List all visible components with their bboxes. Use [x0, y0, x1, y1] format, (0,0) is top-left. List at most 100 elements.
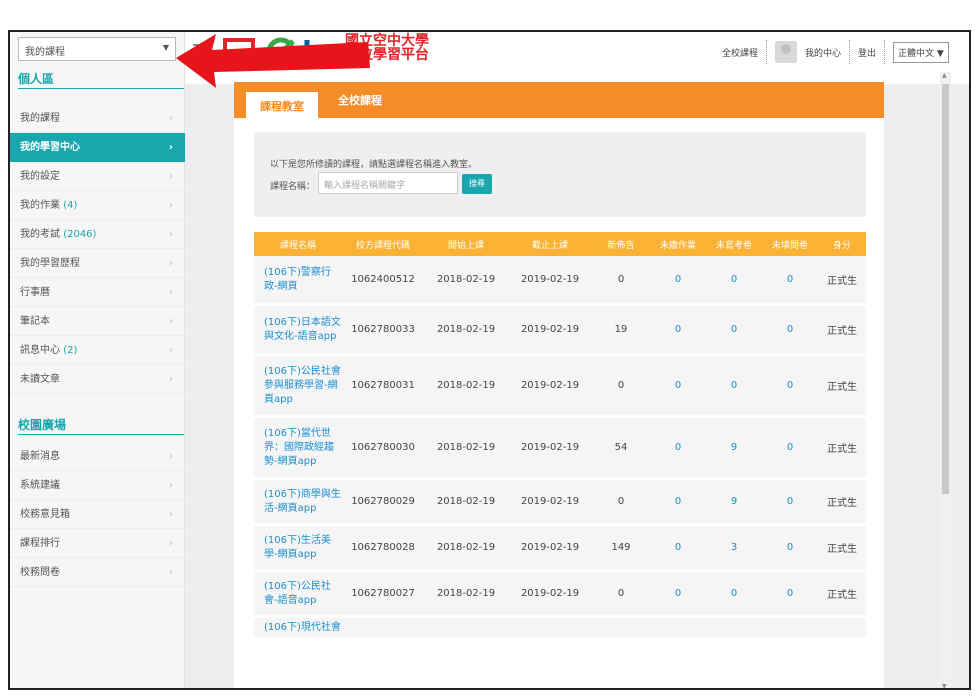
scroll-thumb[interactable]: [942, 84, 949, 494]
sidebar-item-exams[interactable]: 我的考試 (2046) ›: [10, 220, 185, 249]
table-cell-end: 2019-02-19: [520, 274, 580, 285]
scroll-up-icon[interactable]: ▲: [942, 72, 947, 79]
divider: [18, 88, 184, 89]
course-name-link[interactable]: (106下)商學與生活-網頁app: [254, 488, 342, 516]
sidebar-item-ranking[interactable]: 課程排行 ›: [10, 529, 185, 558]
table-cell-role: 正式生: [827, 444, 857, 455]
table-cell-survey: 0: [786, 380, 794, 391]
scrollbar[interactable]: ▲ ▼: [940, 72, 951, 688]
user-center-link[interactable]: 我的中心: [805, 46, 841, 59]
column-header[interactable]: 課程名稱: [254, 238, 342, 251]
column-header[interactable]: 開始上課: [424, 238, 508, 251]
table-cell-role: 正式生: [827, 498, 857, 509]
chevron-right-icon: ›: [169, 374, 173, 385]
column-header[interactable]: 未填問卷: [762, 238, 818, 251]
table-row: (106下)日本語文與文化-語音app 1062780033 2018-02-19 2…: [254, 306, 866, 356]
sidebar-item-unread[interactable]: 未讀文章 ›: [10, 365, 185, 394]
chevron-right-icon: ›: [169, 287, 173, 298]
chevron-right-icon: ›: [169, 171, 173, 182]
column-header[interactable]: 校方課程代碼: [342, 238, 424, 251]
search-input[interactable]: 輸入課程名稱關鍵字: [318, 172, 458, 194]
search-button[interactable]: 搜尋: [462, 174, 492, 194]
table-cell-exam: 0: [730, 588, 738, 599]
language-select[interactable]: 正體中文 ▼: [893, 41, 949, 63]
table-cell-exam: 0: [730, 324, 738, 335]
search-hint: 以下是您所修讀的課程，請點選課程名稱進入教室。: [270, 160, 478, 170]
table-cell-end: 2019-02-19: [520, 542, 580, 553]
sidebar-item-calendar[interactable]: 行事曆 ›: [10, 278, 185, 307]
table-cell-hw: 0: [674, 542, 682, 553]
column-header[interactable]: 截止上課: [508, 238, 592, 251]
chevron-right-icon: ›: [169, 200, 173, 211]
table-cell-hw: 0: [674, 496, 682, 507]
course-name-link[interactable]: (106下)生活美學-網頁app: [254, 534, 342, 562]
table-header: 課程名稱 校方課程代碼 開始上課 截止上課 新佈告 未繳作業 未寫考卷 未填問卷…: [254, 232, 866, 256]
logout-link[interactable]: 登出: [858, 46, 876, 59]
table-cell-survey: 0: [786, 588, 794, 599]
chevron-right-icon: ›: [169, 538, 173, 549]
sidebar-item-label: 我的學習中心: [20, 142, 80, 153]
table-cell-exam: 3: [730, 542, 738, 553]
table-row: (106下)當代世界：國際政經趨勢-網頁app 1062780030 2018-02…: [254, 418, 866, 480]
sidebar-item-notebook[interactable]: 筆記本 ›: [10, 307, 185, 336]
chevron-right-icon: ›: [169, 113, 173, 124]
table-cell-notice: 54: [614, 442, 628, 453]
table-row: (106下)警察行政-網頁 1062400512 2018-02-19 2019-02…: [254, 256, 866, 306]
table-cell-role: 正式生: [827, 326, 857, 337]
table-cell-role: 正式生: [827, 276, 857, 287]
course-name-link[interactable]: (106下)公民社會-語音app: [254, 580, 342, 608]
table-cell-notice: 0: [617, 274, 625, 285]
sidebar-item-messages[interactable]: 訊息中心 (2) ›: [10, 336, 185, 365]
table-cell-end: 2019-02-19: [520, 380, 580, 391]
course-name-link[interactable]: (106下)公民社會參與服務學習-網頁app: [254, 365, 342, 407]
sidebar-item-label: 校務意見箱: [20, 509, 70, 520]
table-row: (106下)生活美學-網頁app 1062780028 2018-02-19 2019…: [254, 526, 866, 572]
campus-nav: 最新消息 › 系統建議 › 校務意見箱 › 課程排行 › 校務問卷 ›: [10, 442, 185, 587]
annotation-arrow-icon: [176, 34, 370, 88]
course-select[interactable]: 我的課程 ▼: [18, 37, 176, 61]
table-cell-role: 正式生: [827, 544, 857, 555]
course-name-link[interactable]: (106下)日本語文與文化-語音app: [254, 316, 342, 344]
scroll-down-icon[interactable]: ▼: [942, 683, 947, 688]
table-cell-start: 2018-02-19: [436, 442, 496, 453]
chevron-right-icon: ›: [169, 316, 173, 327]
column-header[interactable]: 新佈告: [592, 238, 650, 251]
table-cell-survey: 0: [786, 274, 794, 285]
course-name-link[interactable]: (106下)警察行政-網頁: [254, 266, 342, 294]
sidebar-item-my-courses[interactable]: 我的課程 ›: [10, 104, 185, 133]
chevron-right-icon: ›: [169, 451, 173, 462]
search-label: 課程名稱：: [270, 182, 316, 192]
course-name-link[interactable]: (106下)當代世界：國際政經趨勢-網頁app: [254, 427, 342, 469]
sidebar-item-suggestions[interactable]: 系統建議 ›: [10, 471, 185, 500]
table-cell-start: 2018-02-19: [436, 324, 496, 335]
sidebar-item-settings[interactable]: 我的設定 ›: [10, 162, 185, 191]
course-name-link[interactable]: (106下)現代社會: [254, 621, 342, 635]
section-title-personal: 個人區: [18, 72, 55, 86]
table-cell-hw: 0: [674, 274, 682, 285]
all-courses-link[interactable]: 全校課程: [722, 46, 758, 59]
table-cell-hw: 0: [674, 324, 682, 335]
column-header[interactable]: 未繳作業: [650, 238, 706, 251]
table-row: (106下)公民社會-語音app 1062780027 2018-02-19 2019…: [254, 572, 866, 618]
sidebar-item-label: 我的作業: [20, 200, 60, 211]
divider: [884, 40, 885, 64]
table-cell-role: 正式生: [827, 590, 857, 601]
app-window: 我的課程 ▼ 個人區 我的課程 › 我的學習中心 › 我的設定 › 我的作業 (4) ›…: [8, 30, 971, 690]
sidebar-item-feedback[interactable]: 校務意見箱 ›: [10, 500, 185, 529]
sidebar-item-assignments[interactable]: 我的作業 (4) ›: [10, 191, 185, 220]
table-cell-code: 1062780028: [351, 542, 415, 553]
table-cell-survey: 0: [786, 496, 794, 507]
count-badge: (2046): [63, 229, 97, 240]
course-table: 課程名稱 校方課程代碼 開始上課 截止上課 新佈告 未繳作業 未寫考卷 未填問卷…: [254, 232, 866, 640]
column-header[interactable]: 未寫考卷: [706, 238, 762, 251]
sidebar-item-news[interactable]: 最新消息 ›: [10, 442, 185, 471]
table-cell-survey: 0: [786, 542, 794, 553]
course-select-value: 我的課程: [25, 47, 65, 58]
column-header[interactable]: 身分: [818, 238, 866, 251]
sidebar-item-survey[interactable]: 校務問卷 ›: [10, 558, 185, 587]
avatar[interactable]: [774, 41, 797, 63]
sidebar-item-learning-center[interactable]: 我的學習中心 ›: [10, 133, 185, 162]
table-cell-start: 2018-02-19: [436, 542, 496, 553]
sidebar-item-label: 我的設定: [20, 171, 60, 182]
sidebar-item-learning-history[interactable]: 我的學習歷程 ›: [10, 249, 185, 278]
